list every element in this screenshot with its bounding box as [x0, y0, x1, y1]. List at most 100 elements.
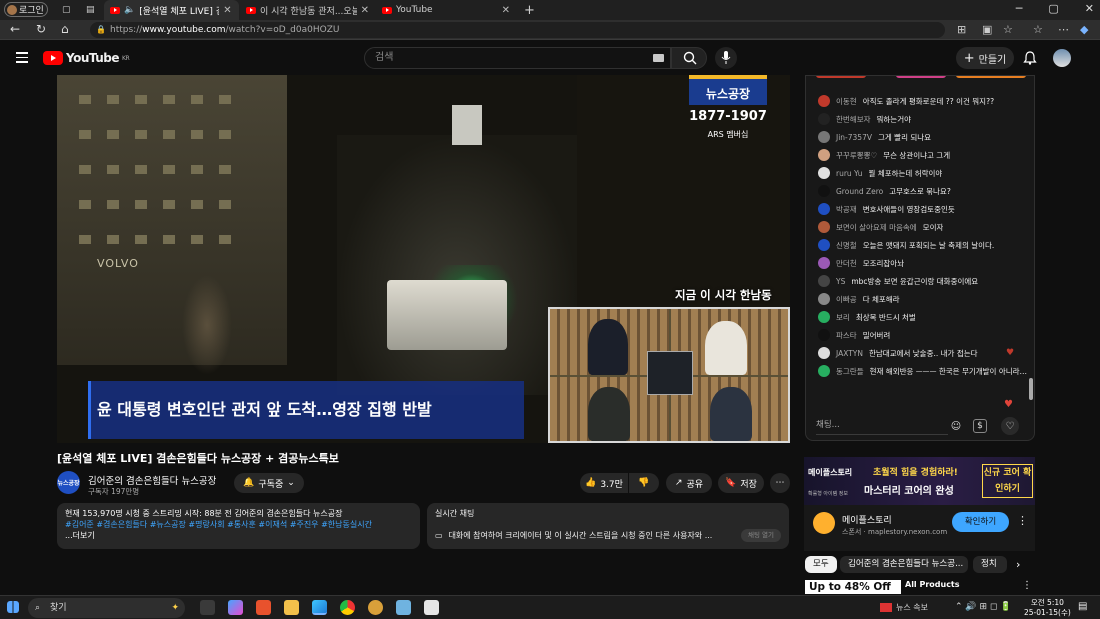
app-icon[interactable]: [368, 600, 383, 615]
favorite-star-icon[interactable]: ☆: [1003, 23, 1013, 36]
chat-author[interactable]: 보면이 살아요제 마음속에: [836, 222, 917, 233]
more-actions-button[interactable]: ⋯: [770, 473, 790, 493]
chip-channel[interactable]: 김어준의 겸손은힘들다 뉴스공...: [840, 556, 968, 573]
description-tags[interactable]: #김어준 #겸손은힘들다 #뉴스공장 #명랑사회 #통사훈 #이재석 #주진우 …: [65, 519, 412, 530]
chevron-right-icon[interactable]: ›: [1016, 558, 1020, 571]
tab-hannam[interactable]: 이 시각 한남동 관저...오늘 새벽 "공 ✕: [240, 0, 375, 20]
copilot-icon[interactable]: ◆: [1080, 23, 1088, 36]
windows-start-icon[interactable]: [7, 601, 19, 613]
create-button[interactable]: + 만들기: [956, 47, 1014, 69]
chat-author[interactable]: 꾸꾸루뽕뽕♡: [836, 150, 877, 161]
chat-author[interactable]: Ground Zero: [836, 187, 883, 196]
system-tray[interactable]: ⌃ 🔊 ⊞ ◻ 🔋: [955, 602, 1011, 612]
chat-author[interactable]: 파스타: [836, 330, 857, 341]
close-icon[interactable]: ✕: [502, 5, 510, 16]
chat-author[interactable]: Jin-7357V: [836, 133, 872, 142]
save-button[interactable]: 🔖 저장: [718, 473, 764, 493]
speaker-icon[interactable]: 🔈: [124, 5, 135, 15]
chat-avatar[interactable]: [818, 239, 830, 251]
chat-author[interactable]: 박공재: [836, 204, 857, 215]
new-tab-icon[interactable]: +: [518, 0, 538, 20]
chrome-icon[interactable]: [340, 600, 355, 615]
search-button[interactable]: [671, 47, 707, 69]
super-chat-icon[interactable]: $: [973, 419, 987, 433]
chat-author[interactable]: JAXTYN: [836, 349, 863, 358]
chat-avatar[interactable]: [818, 311, 830, 323]
youtube-logo[interactable]: YouTube KR: [43, 51, 130, 65]
favorites-icon[interactable]: ☆: [1033, 23, 1043, 36]
chat-avatar[interactable]: [818, 347, 830, 359]
channel-name[interactable]: 김어준의 겸손은힘들다 뉴스공장: [88, 473, 216, 487]
notification-icon[interactable]: ▤: [1078, 601, 1087, 612]
chat-avatar[interactable]: [818, 329, 830, 341]
emoji-icon[interactable]: ☺: [947, 417, 965, 435]
chat-scrollbar[interactable]: [1029, 378, 1033, 400]
chat-avatar[interactable]: [818, 257, 830, 269]
open-chat-button[interactable]: 채팅 열기: [741, 529, 781, 542]
chat-avatar[interactable]: [818, 221, 830, 233]
news-widget[interactable]: 뉴스 속보: [880, 602, 928, 613]
chat-author[interactable]: 동그란들: [836, 366, 864, 377]
more-icon[interactable]: ⋯: [1058, 23, 1069, 36]
description-box[interactable]: 현재 153,970명 시청 중 스트리밍 시작: 88분 전 김어준의 겸손은…: [57, 503, 420, 549]
chat-avatar[interactable]: [818, 275, 830, 287]
ad-banner[interactable]: 메이플스토리 확률형 아이템 정보 초월적 힘을 경험하라! 마스터리 코어의 …: [804, 457, 1035, 505]
menu-icon[interactable]: [16, 52, 28, 66]
chip-all[interactable]: 모두: [805, 556, 837, 573]
reading-view-icon[interactable]: ▣: [982, 23, 992, 36]
taskbar-clock[interactable]: 오전 5:10 25-01-15(수): [1024, 598, 1071, 618]
apps-icon[interactable]: ⊞: [957, 23, 966, 36]
chat-avatar[interactable]: [818, 131, 830, 143]
chat-author[interactable]: ruru Yu: [836, 169, 863, 178]
voice-search-button[interactable]: [715, 47, 737, 69]
edge-browser-icon[interactable]: [312, 600, 327, 615]
search-input[interactable]: 검색: [364, 47, 671, 69]
copilot-app-icon[interactable]: [228, 600, 243, 615]
heart-reaction-icon[interactable]: ♡: [1001, 417, 1019, 435]
subscribed-button[interactable]: 🔔 구독중 ⌄: [234, 473, 304, 493]
ad-install-button[interactable]: 확인하기: [952, 512, 1009, 532]
back-icon[interactable]: ←: [10, 22, 20, 36]
show-more-link[interactable]: ...더보기: [65, 530, 412, 541]
promo-products[interactable]: All Products: [905, 580, 960, 589]
chat-avatar[interactable]: [818, 167, 830, 179]
maximize-icon[interactable]: ▢: [1048, 2, 1058, 15]
notifications-bell-icon[interactable]: [1023, 51, 1037, 65]
file-explorer-icon[interactable]: [284, 600, 299, 615]
refresh-icon[interactable]: ↻: [36, 22, 46, 36]
chat-author[interactable]: 보리: [836, 312, 850, 323]
chat-avatar[interactable]: [818, 365, 830, 377]
like-button[interactable]: 👍 3.7만: [580, 473, 628, 493]
tab-actions-icon[interactable]: ▤: [80, 0, 100, 20]
chat-author[interactable]: YS: [836, 277, 845, 286]
minimize-icon[interactable]: ─: [1016, 2, 1023, 15]
chat-avatar[interactable]: [818, 185, 830, 197]
chat-avatar[interactable]: [818, 95, 830, 107]
close-window-icon[interactable]: ✕: [1085, 2, 1094, 15]
chat-input[interactable]: 채팅...: [816, 415, 948, 435]
chat-avatar[interactable]: [818, 203, 830, 215]
app-icon[interactable]: [424, 600, 439, 615]
keyboard-icon[interactable]: [653, 54, 664, 62]
tab-livestream[interactable]: 🔈 [윤석열 체포 LIVE] 겸손은힘 ✕: [104, 0, 239, 20]
app-icon[interactable]: [256, 600, 271, 615]
dislike-button[interactable]: 👎: [629, 473, 659, 493]
taskbar-search[interactable]: ⌕ 찾기 ✦: [28, 598, 185, 618]
chip-politics[interactable]: 정치: [973, 556, 1007, 573]
app-icon[interactable]: [396, 600, 411, 615]
url-field[interactable]: 🔒 https://www.youtube.com/watch?v=oD_d0a…: [90, 22, 945, 38]
ad-more-icon[interactable]: ⋮: [1017, 514, 1028, 527]
promo-banner[interactable]: Up to 48% Off: [805, 580, 901, 594]
home-icon[interactable]: ⌂: [61, 22, 69, 36]
chat-avatar[interactable]: [818, 113, 830, 125]
profile-button[interactable]: 로그인: [4, 2, 48, 17]
chat-avatar[interactable]: [818, 149, 830, 161]
task-view-icon[interactable]: [200, 600, 215, 615]
chat-author[interactable]: 이동현: [836, 96, 857, 107]
workspaces-icon[interactable]: ▢: [56, 0, 76, 20]
chat-author[interactable]: 만더천: [836, 258, 857, 269]
chat-author[interactable]: 신명철: [836, 240, 857, 251]
channel-avatar[interactable]: 뉴스공장: [57, 471, 80, 494]
chat-avatar[interactable]: [818, 293, 830, 305]
sponsored-ad[interactable]: 메이플스토리 확률형 아이템 정보 초월적 힘을 경험하라! 마스터리 코어의 …: [804, 457, 1035, 551]
